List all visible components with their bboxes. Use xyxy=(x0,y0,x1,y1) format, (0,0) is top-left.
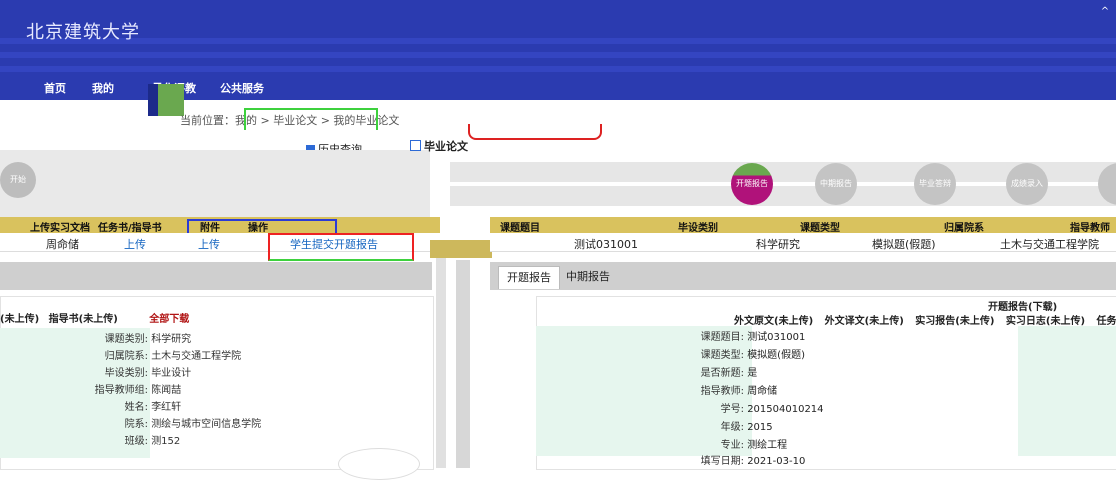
col-topic-type: 课题类型 xyxy=(800,219,840,234)
tab-proposal[interactable]: 开题报告 xyxy=(498,266,560,289)
table-row[interactable]: 测试031001 科学研究 模拟题(假题) 土木与交通工程学院 xyxy=(490,233,1116,252)
field-design-category: 毕设类别: 毕业设计 xyxy=(30,364,191,379)
flow-step-grading[interactable]: 成绩录入 xyxy=(1006,163,1048,205)
rfield-teacher: 指导教师: 周命储 xyxy=(544,382,777,397)
download-all-link[interactable]: 全部下载 xyxy=(149,314,189,325)
field-class: 班级: 测152 xyxy=(30,432,180,447)
floating-bubble[interactable] xyxy=(338,448,420,480)
right-actions: 外文原文(未上传) 外文译文(未上传) 实习报告(未上传) 实习日志(未上传) … xyxy=(734,312,1116,327)
splitter-2[interactable] xyxy=(456,260,470,468)
panel-title: 毕业论文 xyxy=(410,138,468,154)
foreign-translation-link[interactable]: 外文译文(未上传) xyxy=(825,316,904,327)
guide-book-link[interactable]: 指导书(未上传) xyxy=(49,314,118,325)
teacher-cell: 周命储 xyxy=(46,236,79,252)
right-label-column-2 xyxy=(1018,326,1116,456)
col-task-book: 任务书/指导书 xyxy=(98,219,162,234)
dept-cell: 土木与交通工程学院 xyxy=(1000,236,1099,252)
col-department: 归属院系 xyxy=(944,219,984,234)
scroll-up-icon[interactable]: ^ xyxy=(1098,6,1112,20)
internship-report-link[interactable]: 实习报告(未上传) xyxy=(915,316,994,327)
splitter[interactable] xyxy=(436,258,446,468)
task-book-link[interactable]: 任务书(未 xyxy=(1097,316,1116,327)
type-cell: 模拟题(假题) xyxy=(872,236,936,252)
left-tab-bar xyxy=(0,262,432,290)
annotation-green-box xyxy=(244,108,378,130)
upload-link-2[interactable]: 上传 xyxy=(198,236,220,252)
col-design-category: 毕设类别 xyxy=(678,219,718,234)
nav-home[interactable]: 首页 xyxy=(44,80,66,96)
col-teacher: 指导教师 xyxy=(1070,219,1110,234)
rfield-topic: 课题题目: 测试031001 xyxy=(544,328,805,343)
field-name: 姓名: 李红轩 xyxy=(30,398,181,413)
topic-cell: 测试031001 xyxy=(574,236,638,252)
upload-status: (未上传) xyxy=(0,314,39,325)
rfield-new: 是否新题: 是 xyxy=(544,364,757,379)
nav-mine[interactable]: 我的 xyxy=(92,80,114,96)
foreign-original-link[interactable]: 外文原文(未上传) xyxy=(734,316,813,327)
report-tabs: 开题报告 中期报告 xyxy=(490,262,1116,290)
col-upload-docs: 上传实习文档 xyxy=(30,219,90,234)
flow-step-defense[interactable]: 毕业答辩 xyxy=(914,163,956,205)
flow-step-proposal[interactable]: 开题报告 xyxy=(731,163,773,205)
left-actions: (未上传) 指导书(未上传) 全部下载 xyxy=(0,310,189,325)
field-department: 归属院系: 土木与交通工程学院 xyxy=(30,347,241,362)
field-topic-category: 课题类别: 科学研究 xyxy=(30,330,191,345)
category-cell: 科学研究 xyxy=(756,236,800,252)
col-topic: 课题题目 xyxy=(500,219,540,234)
rfield-grade: 年级: 2015 xyxy=(544,418,773,433)
right-table-header: 课题题目 毕设类别 课题类型 归属院系 指导教师 xyxy=(490,217,1116,233)
annotation-red-box xyxy=(268,233,414,261)
nav-highlight xyxy=(148,84,158,116)
left-flow-band xyxy=(0,150,430,220)
rfield-type: 课题类型: 模拟题(假题) xyxy=(544,346,805,361)
rfield-major: 专业: 测绘工程 xyxy=(544,436,787,451)
internship-log-link[interactable]: 实习日志(未上传) xyxy=(1006,316,1085,327)
annotation-red-underline xyxy=(468,124,602,140)
nav-public-service[interactable]: 公共服务 xyxy=(220,80,264,96)
panel-icon xyxy=(410,140,421,151)
header-strip xyxy=(430,240,492,258)
upload-link[interactable]: 上传 xyxy=(124,236,146,252)
rfield-student-id: 学号: 201504010214 xyxy=(544,400,824,415)
field-college: 院系: 测绘与城市空间信息学院 xyxy=(30,415,261,430)
tab-midterm[interactable]: 中期报告 xyxy=(558,266,618,288)
field-teacher-group: 指导教师组: 陈闻喆 xyxy=(30,381,181,396)
university-logo: 北京建筑大学 xyxy=(26,18,140,44)
report-download-link[interactable]: 开题报告(下载) xyxy=(988,298,1057,313)
flow-step-midterm[interactable]: 中期报告 xyxy=(815,163,857,205)
flow-step-start: 开始 xyxy=(0,162,36,198)
rfield-date: 填写日期: 2021-03-10 xyxy=(544,452,805,467)
